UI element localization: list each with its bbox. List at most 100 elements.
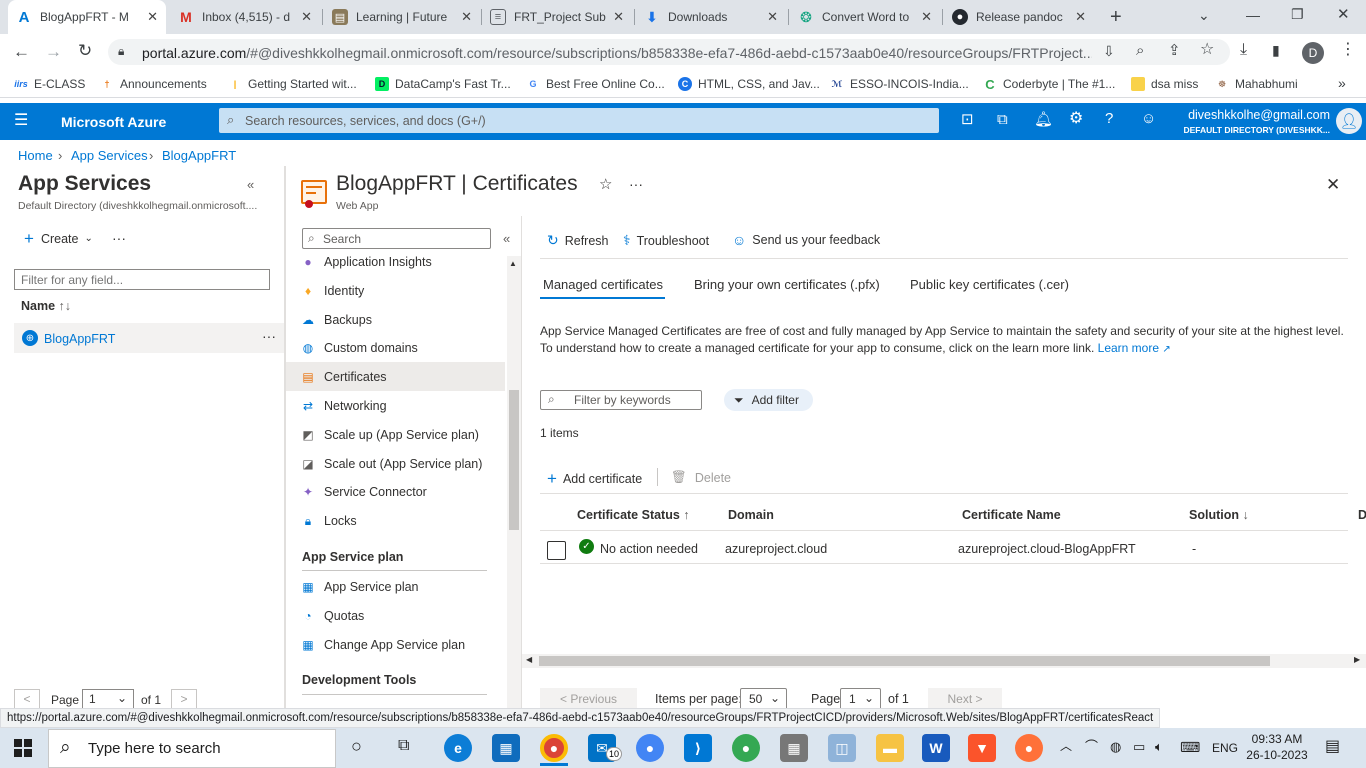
filter-any-field-input[interactable] — [14, 269, 270, 290]
directory-filter-icon[interactable]: ⧉ — [997, 112, 1008, 127]
previous-page-button[interactable]: < Previous — [540, 688, 637, 710]
browser-tab-learning[interactable]: ▤ Learning | Future ✕ — [324, 0, 480, 34]
store-icon[interactable]: ▦ — [492, 734, 520, 762]
breadcrumb-home[interactable]: Home — [18, 148, 53, 163]
close-tab-icon[interactable]: ✕ — [921, 9, 932, 25]
tab-bring-your-own[interactable]: Bring your own certificates (.pfx) — [694, 277, 880, 292]
firefox-icon[interactable]: ● — [1015, 734, 1043, 762]
browser-tab-frt-project[interactable]: ≡ FRT_Project Sub ✕ — [482, 0, 632, 34]
menu-item-change-plan[interactable]: ▦ Change App Service plan — [300, 631, 500, 659]
tab-managed-certificates[interactable]: Managed certificates — [543, 277, 663, 292]
chrome-profile-icon[interactable]: ● — [636, 734, 664, 762]
column-header-certificate-name[interactable]: Certificate Name — [962, 508, 1061, 522]
bookmark-eclass[interactable]: iirs E-CLASS — [14, 77, 85, 91]
files-icon[interactable]: ◫ — [828, 734, 856, 762]
items-per-page-select[interactable]: 50 ⌄ — [740, 688, 787, 710]
pager-next-icon[interactable]: > — [171, 689, 197, 709]
bookmark-announcements[interactable]: † Announcements — [100, 77, 206, 91]
scroll-right-icon[interactable]: ▶ — [1354, 656, 1360, 664]
breadcrumb-app-services[interactable]: App Services — [71, 148, 148, 163]
location-icon[interactable]: ◍ — [1110, 740, 1121, 753]
collapse-menu-icon[interactable]: « — [503, 232, 510, 245]
account-avatar[interactable]: 👤︎ — [1336, 108, 1362, 134]
add-filter-button[interactable]: ⏷ Add filter — [724, 389, 813, 411]
refresh-button[interactable]: ↻ Refresh — [547, 232, 609, 249]
bookmark-html-css[interactable]: C HTML, CSS, and Jav... — [678, 77, 820, 91]
battery-icon[interactable]: ▭ — [1133, 740, 1145, 753]
pager-prev-icon[interactable]: < — [14, 689, 40, 709]
windows-start-icon[interactable] — [14, 739, 32, 757]
bookmark-datacamp[interactable]: D DataCamp's Fast Tr... — [375, 77, 511, 91]
tab-search-icon[interactable]: ⌄ — [1198, 8, 1210, 22]
account-directory[interactable]: DEFAULT DIRECTORY (DIVESHKK... — [1180, 125, 1330, 135]
row-checkbox[interactable] — [547, 541, 566, 560]
minimize-icon[interactable]: — — [1246, 8, 1260, 22]
calculator-icon[interactable]: ▦ — [780, 734, 808, 762]
create-button[interactable]: + Create ⌄ — [24, 230, 93, 247]
notification-center-icon[interactable]: ▤ — [1325, 739, 1340, 755]
clock-time[interactable]: 09:33 AM — [1244, 732, 1310, 746]
menu-item-scale-up[interactable]: ◩ Scale up (App Service plan) — [300, 421, 500, 449]
menu-item-scale-out[interactable]: ◪ Scale out (App Service plan) — [300, 450, 500, 478]
cortana-icon[interactable]: ○ — [351, 737, 362, 755]
menu-item-application-insights[interactable]: ● Application Insights — [300, 248, 500, 276]
close-tab-icon[interactable]: ✕ — [767, 9, 778, 25]
close-window-icon[interactable]: ✕ — [1337, 7, 1350, 22]
network-icon[interactable]: ⌒ — [1085, 740, 1098, 753]
close-tab-icon[interactable]: ✕ — [461, 9, 472, 25]
bookmark-dsa-miss[interactable]: ▆ dsa miss — [1131, 77, 1198, 91]
more-options-icon[interactable]: ··· — [112, 231, 126, 245]
browser-tab-downloads[interactable]: ⬇ Downloads ✕ — [636, 0, 786, 34]
brave-icon[interactable]: ▼ — [968, 734, 996, 762]
close-tab-icon[interactable]: ✕ — [147, 9, 158, 25]
help-icon[interactable]: ? — [1105, 111, 1113, 126]
column-header-status[interactable]: Certificate Status ↑ — [577, 508, 690, 522]
menu-item-custom-domains[interactable]: ◍ Custom domains — [300, 334, 500, 362]
keyboard-icon[interactable]: ⌨ — [1180, 740, 1200, 754]
browser-tab-azure[interactable]: A BlogAppFRT - M ✕ — [8, 0, 166, 34]
side-panel-icon[interactable]: ▮ — [1272, 43, 1280, 57]
settings-gear-icon[interactable]: ⚙ — [1069, 111, 1083, 127]
row-more-icon[interactable]: ··· — [262, 329, 276, 343]
account-email[interactable]: diveshkkolhe@gmail.com — [1180, 108, 1330, 122]
more-bookmarks-icon[interactable]: » — [1338, 76, 1346, 90]
share-icon[interactable]: ⇪ — [1168, 43, 1181, 58]
profile-avatar[interactable]: D — [1302, 42, 1324, 64]
menu-item-service-connector[interactable]: ✦ Service Connector — [300, 478, 500, 506]
scroll-up-icon[interactable]: ▲ — [509, 260, 517, 268]
forward-icon[interactable]: → — [45, 43, 62, 60]
language-indicator[interactable]: ENG — [1212, 741, 1238, 755]
downloads-icon[interactable]: ⤓ — [1240, 42, 1247, 58]
task-view-icon[interactable]: ⧉ — [398, 738, 409, 754]
bookmark-esso-incois[interactable]: ℳ ESSO-INCOIS-India... — [830, 77, 969, 91]
breadcrumb-blogappfrt[interactable]: BlogAppFRT — [162, 148, 236, 163]
close-tab-icon[interactable]: ✕ — [1075, 9, 1086, 25]
lock-icon[interactable]: 🔒︎ — [118, 45, 124, 57]
file-explorer-icon[interactable]: ▬ — [876, 734, 904, 762]
tray-expand-icon[interactable]: ︿ — [1060, 740, 1072, 752]
menu-item-quotas[interactable]: ◔ Quotas — [300, 602, 500, 630]
name-column-header[interactable]: Name ↑↓ — [21, 299, 71, 313]
bookmark-free-online[interactable]: G Best Free Online Co... — [526, 77, 664, 91]
feedback-icon[interactable]: ☺ — [1141, 111, 1156, 126]
favorite-star-icon[interactable]: ☆ — [599, 177, 612, 192]
maximize-icon[interactable]: ❐ — [1291, 7, 1304, 21]
notifications-icon[interactable]: 🔔︎ — [1034, 112, 1053, 127]
url-text[interactable]: portal.azure.com/#@diveshkkolhegmail.onm… — [142, 45, 1092, 61]
menu-item-app-service-plan[interactable]: ▦ App Service plan — [300, 573, 500, 601]
chrome-alt-icon[interactable]: ● — [732, 734, 760, 762]
menu-scrollbar-thumb[interactable] — [509, 390, 519, 530]
menu-item-certificates[interactable]: ▤ Certificates — [300, 363, 500, 391]
pager-page-select[interactable]: 1 ⌄ — [82, 689, 134, 709]
bookmark-getting-started[interactable]: | Getting Started wit... — [228, 77, 357, 91]
install-app-icon[interactable]: ⇩ — [1103, 44, 1115, 58]
bookmark-coderbyte[interactable]: C Coderbyte | The #1... — [983, 77, 1115, 92]
menu-item-locks[interactable]: 🔒︎ Locks — [300, 507, 500, 535]
reload-icon[interactable]: ↻ — [78, 42, 92, 59]
new-tab-icon[interactable]: + — [1110, 7, 1122, 27]
back-icon[interactable]: ← — [13, 43, 30, 60]
cloud-shell-icon[interactable]: ⊡ — [961, 112, 974, 127]
menu-item-backups[interactable]: ☁ Backups — [300, 306, 500, 334]
close-tab-icon[interactable]: ✕ — [613, 9, 624, 25]
troubleshoot-button[interactable]: ⚕ Troubleshoot — [623, 232, 709, 249]
